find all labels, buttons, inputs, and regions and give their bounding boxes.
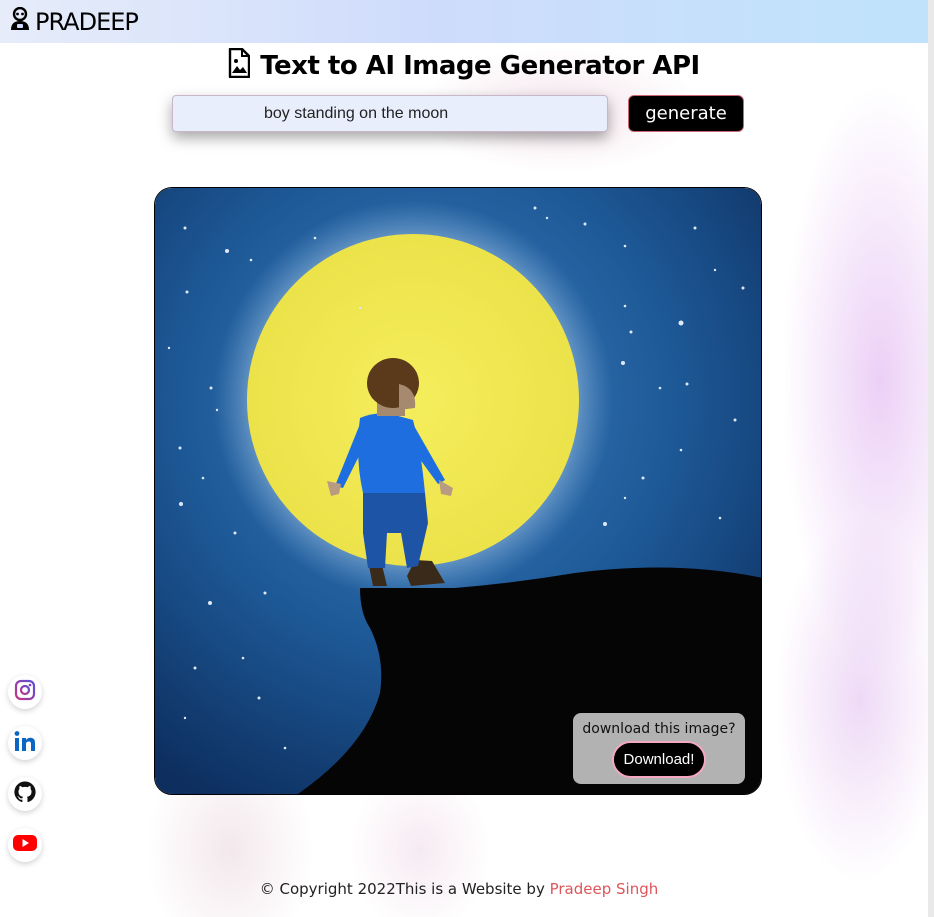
linkedin-link[interactable] [8, 726, 42, 760]
page-heading: Text to AI Image Generator API [0, 47, 928, 83]
download-panel: download this image? Download! [573, 713, 745, 784]
download-button[interactable]: Download! [612, 741, 706, 778]
generated-image [154, 187, 762, 795]
navbar: PRADEEP [0, 0, 928, 43]
author-link[interactable]: Pradeep Singh [550, 880, 659, 898]
robot-icon [9, 6, 31, 36]
page-title: Text to AI Image Generator API [260, 50, 700, 81]
github-link[interactable] [8, 777, 42, 811]
download-question: download this image? [582, 721, 736, 737]
image-file-icon [228, 47, 251, 83]
brand-name: PRADEEP [35, 7, 139, 36]
github-icon [13, 780, 37, 809]
youtube-link[interactable] [8, 828, 42, 862]
instagram-icon [14, 679, 36, 706]
social-links [8, 675, 42, 879]
youtube-icon [12, 833, 38, 858]
generate-button[interactable]: generate [628, 95, 744, 132]
footer: © Copyright 2022This is a Website by Pra… [0, 880, 918, 898]
prompt-input[interactable] [172, 95, 608, 132]
instagram-link[interactable] [8, 675, 42, 709]
page-scrollbar[interactable] [928, 0, 934, 917]
linkedin-icon [13, 730, 37, 757]
brand-link[interactable]: PRADEEP [9, 6, 139, 36]
copyright-text: © Copyright 2022This is a Website by [259, 880, 550, 898]
